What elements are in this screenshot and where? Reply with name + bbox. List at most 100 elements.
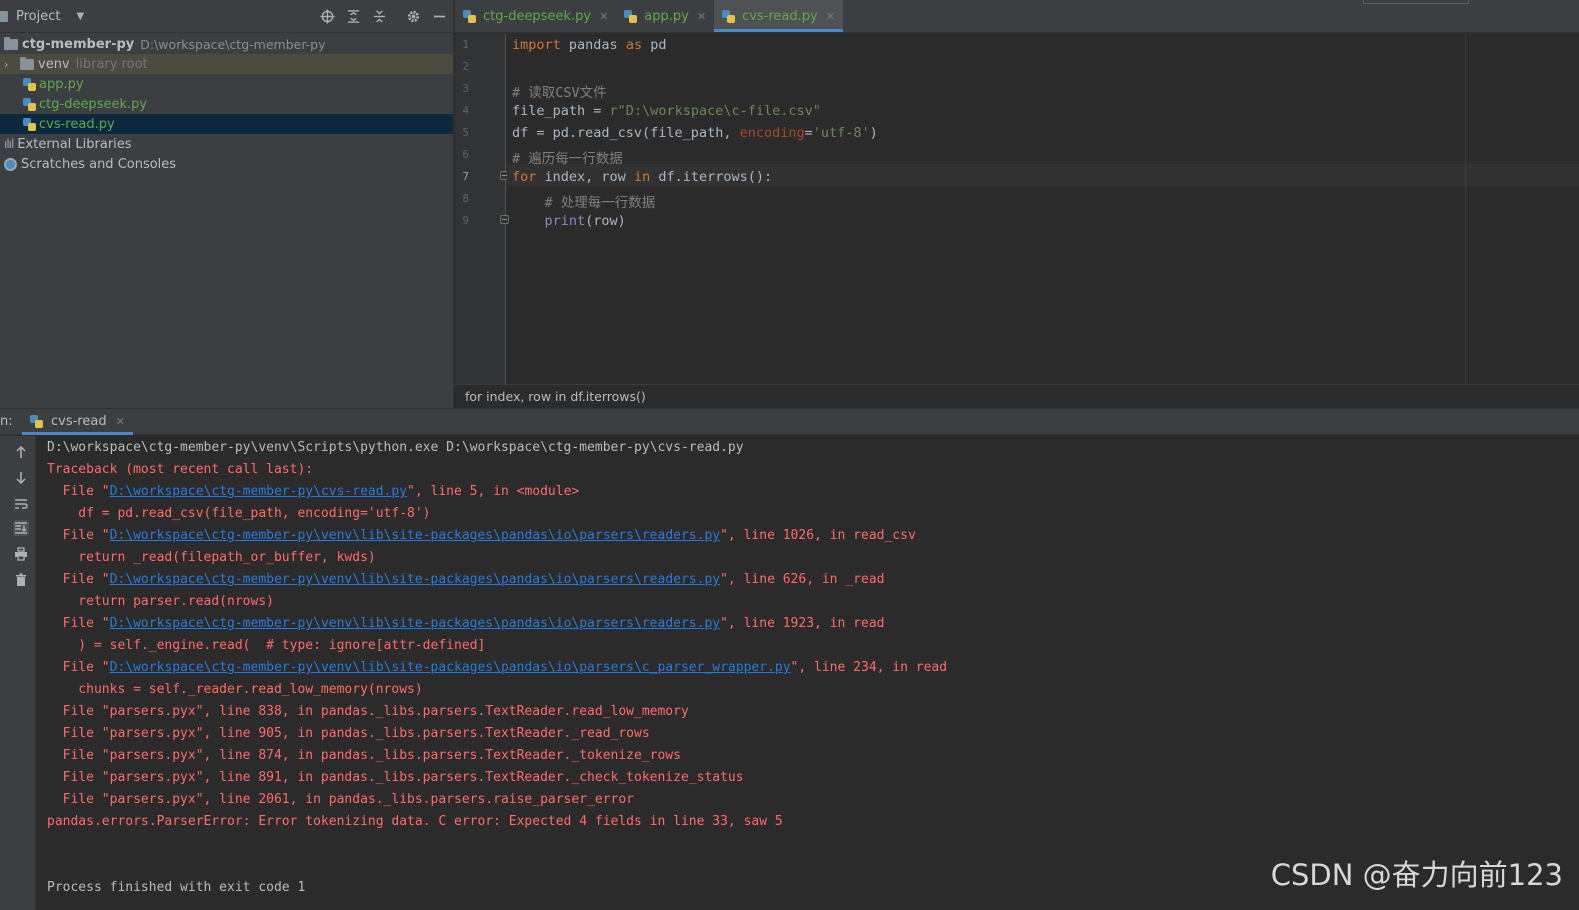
fold-marker-icon[interactable]: [500, 215, 509, 224]
tab-label: cvs-read: [51, 414, 107, 429]
console-text: ", line 234, in read: [790, 660, 948, 675]
code-token: print: [544, 213, 586, 229]
scroll-to-end-icon[interactable]: [13, 520, 29, 536]
folder-icon: [0, 10, 8, 22]
console-line: File "D:\workspace\ctg-member-py\venv\li…: [47, 660, 947, 675]
file-link[interactable]: D:\workspace\ctg-member-py\venv\lib\site…: [110, 572, 720, 587]
file-link[interactable]: D:\workspace\ctg-member-py\venv\lib\site…: [110, 528, 720, 543]
python-file-icon: [624, 9, 638, 23]
hide-icon[interactable]: [431, 8, 447, 24]
console-text: ", line 1026, in read_csv: [720, 528, 916, 543]
console-line-error: pandas.errors.ParserError: Error tokeniz…: [47, 814, 783, 829]
console-text: File ": [47, 484, 110, 499]
console-line: File "parsers.pyx", line 891, in pandas.…: [47, 770, 744, 785]
code-line: # 遍历每一行数据: [512, 151, 623, 167]
code-token: in: [633, 169, 651, 185]
python-file-icon: [722, 9, 736, 23]
code-token: df.iterrows():: [650, 169, 773, 185]
expand-all-icon[interactable]: [345, 8, 361, 24]
project-panel-header: Project ▼: [0, 0, 453, 33]
console-line: File "D:\workspace\ctg-member-py\venv\li…: [47, 528, 916, 543]
project-view-selector[interactable]: Project ▼: [0, 9, 84, 24]
line-number: 3: [462, 82, 469, 95]
chevron-right-icon[interactable]: ›: [4, 58, 20, 71]
tree-item-label: ctg-deepseek.py: [39, 96, 148, 112]
console-line: chunks = self._reader.read_low_memory(nr…: [47, 682, 423, 697]
tree-item-label: app.py: [39, 76, 84, 92]
code-token: pd: [642, 37, 667, 53]
console-line: File "parsers.pyx", line 905, in pandas.…: [47, 726, 650, 741]
line-number: 7: [462, 170, 469, 183]
tree-item-label: venv: [38, 56, 70, 72]
console-text: File ": [47, 572, 110, 587]
console-line: File "parsers.pyx", line 838, in pandas.…: [47, 704, 689, 719]
breadcrumb[interactable]: for index, row in df.iterrows(): [455, 384, 1579, 408]
tab-run-cvs-read[interactable]: cvs-read ✕: [22, 409, 133, 435]
console-line: File "parsers.pyx", line 874, in pandas.…: [47, 748, 681, 763]
gutter: 1 2 3 4 5 6 7 8 9: [455, 34, 509, 384]
code-editor[interactable]: 1 2 3 4 5 6 7 8 9 import pandas as pd # …: [455, 34, 1579, 384]
code-token: as: [625, 37, 643, 53]
tree-item-external-libraries[interactable]: ılıl External Libraries: [0, 134, 453, 154]
folder-icon: [20, 56, 34, 70]
file-link[interactable]: D:\workspace\ctg-member-py\venv\lib\site…: [110, 616, 720, 631]
collapse-all-icon[interactable]: [371, 8, 387, 24]
print-icon[interactable]: [13, 546, 29, 562]
file-link[interactable]: D:\workspace\ctg-member-py\cvs-read.py: [110, 484, 407, 499]
locate-icon[interactable]: [319, 8, 335, 24]
console-text: ", line 626, in _read: [720, 572, 885, 587]
code-token: encoding: [739, 125, 805, 141]
close-icon[interactable]: ✕: [599, 10, 608, 23]
code-line: import pandas as pd: [512, 37, 666, 53]
code-token: ): [869, 125, 878, 141]
code-token: for: [512, 169, 537, 185]
tab-app[interactable]: app.py ✕: [616, 0, 714, 32]
console-line-exit: Process finished with exit code 1: [47, 880, 306, 895]
project-tree: ctg-member-py D:\workspace\ctg-member-py…: [0, 33, 453, 174]
tree-item-label: cvs-read.py: [39, 116, 115, 132]
tree-item-file[interactable]: app.py: [0, 74, 453, 94]
code-token: pandas: [560, 37, 626, 53]
tab-cvs-read[interactable]: cvs-read.py ✕: [714, 0, 843, 32]
tab-ctg-deepseek[interactable]: ctg-deepseek.py ✕: [455, 0, 616, 32]
python-file-icon: [23, 97, 36, 111]
line-number: 9: [462, 214, 469, 227]
line-number: 2: [462, 60, 469, 73]
arrow-up-icon[interactable]: [13, 444, 29, 460]
console-text: File ": [47, 616, 110, 631]
console-text: ", line 5, in <module>: [407, 484, 580, 499]
right-margin-guide: [1465, 34, 1466, 384]
close-icon[interactable]: ✕: [697, 10, 706, 23]
toolbar-stub: [1363, 0, 1469, 4]
python-file-icon: [30, 415, 43, 428]
breadcrumb-item[interactable]: for index, row in df.iterrows(): [465, 389, 646, 404]
python-file-icon: [463, 9, 476, 23]
code-token: index, row: [536, 169, 634, 185]
arrow-down-icon[interactable]: [13, 470, 29, 486]
tree-item-root[interactable]: ctg-member-py D:\workspace\ctg-member-py: [0, 34, 453, 54]
watermark: CSDN @奋力向前123: [1270, 858, 1563, 892]
console-output[interactable]: D:\workspace\ctg-member-py\venv\Scripts\…: [37, 436, 1579, 910]
tree-item-file-selected[interactable]: cvs-read.py: [0, 114, 453, 134]
tree-item-file[interactable]: ctg-deepseek.py: [0, 94, 453, 114]
trash-icon[interactable]: [13, 572, 29, 588]
console-line-command: D:\workspace\ctg-member-py\venv\Scripts\…: [47, 440, 744, 455]
soft-wrap-icon[interactable]: [13, 496, 29, 512]
close-icon[interactable]: ✕: [826, 10, 835, 23]
run-panel-label: n:: [0, 414, 13, 429]
tree-item-scratches[interactable]: Scratches and Consoles: [0, 154, 453, 174]
tab-label: cvs-read.py: [742, 8, 818, 24]
file-link[interactable]: D:\workspace\ctg-member-py\venv\lib\site…: [110, 660, 791, 675]
tree-item-label: External Libraries: [17, 136, 132, 152]
code-token: import: [512, 37, 561, 53]
library-icon: ılıl: [4, 137, 14, 151]
project-title: Project: [16, 8, 61, 24]
console-text: File ": [47, 660, 110, 675]
gear-icon[interactable]: [405, 8, 421, 24]
line-number: 6: [462, 148, 469, 161]
folder-icon: [4, 36, 18, 50]
console-line: df = pd.read_csv(file_path, encoding='ut…: [47, 506, 431, 521]
tree-item-venv[interactable]: › venv library root: [0, 54, 453, 74]
close-icon[interactable]: ✕: [116, 415, 125, 428]
code-token: =: [804, 125, 813, 141]
